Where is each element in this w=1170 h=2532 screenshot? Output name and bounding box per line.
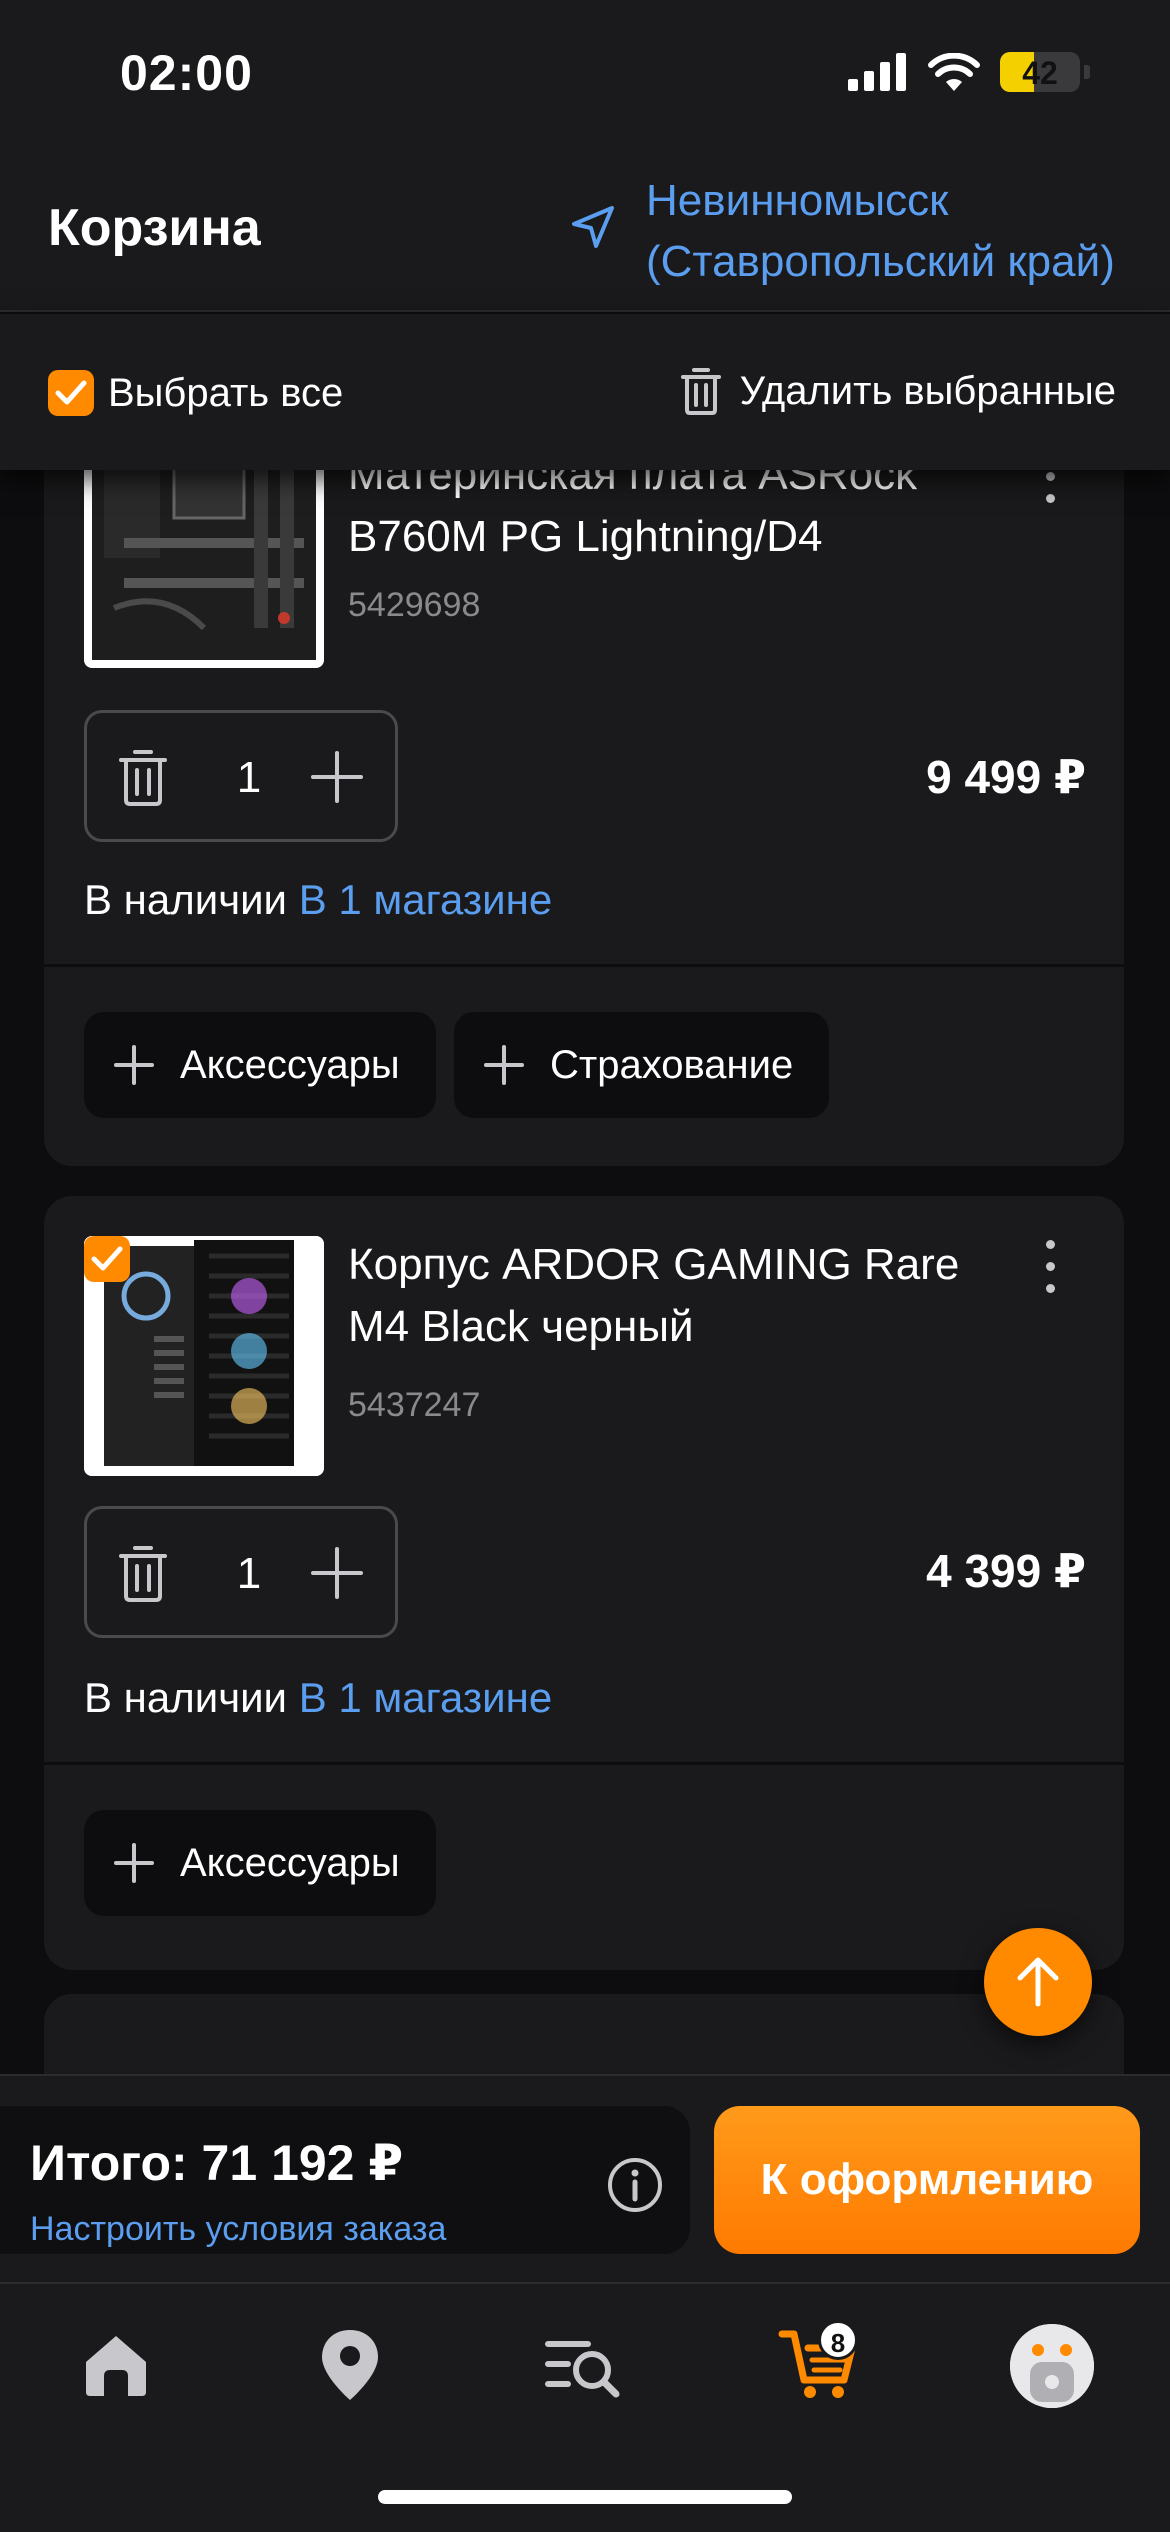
product-name[interactable]: Корпус ARDOR GAMING Rare M4 Black черный [348, 1234, 998, 1358]
plus-icon [484, 1045, 524, 1085]
quantity-stepper: 1 [84, 1506, 398, 1638]
status-icons: 42 [848, 52, 1090, 92]
stock-store-link[interactable]: В 1 магазине [299, 876, 553, 923]
quantity-value: 1 [236, 753, 262, 802]
select-bar: Выбрать все Удалить выбранные [0, 314, 1170, 470]
plus-icon [114, 1843, 154, 1883]
signal-icon [848, 53, 906, 91]
info-icon[interactable] [606, 2156, 664, 2214]
product-sku: 5437247 [348, 1386, 481, 1424]
cart-item [44, 1994, 1124, 2074]
quantity-stepper: 1 [84, 710, 398, 842]
catalog-search-icon[interactable] [544, 2324, 624, 2404]
stock-store-link[interactable]: В 1 магазине [299, 1674, 553, 1721]
item-menu-button[interactable] [1046, 1240, 1056, 1306]
add-accessories-chip[interactable]: Аксессуары [84, 1810, 436, 1916]
cart-count-badge: 8 [818, 2320, 858, 2360]
header: Корзина Невинномысск (Ставропольский кра… [0, 150, 1170, 312]
arrow-up-icon [1017, 1957, 1059, 2007]
navigation-arrow-icon[interactable] [568, 202, 618, 252]
select-all-checkbox[interactable] [48, 370, 94, 416]
status-bar: 02:00 42 [0, 0, 1170, 150]
order-total: Итого: 71 192 ₽ [30, 2135, 404, 2191]
stock-status: В наличии В 1 магазине [84, 1674, 553, 1721]
checkout-bar: Итого: 71 192 ₽ Настроить условия заказа… [0, 2074, 1170, 2282]
divider [44, 1762, 1124, 1765]
home-indicator [378, 2490, 792, 2504]
map-pin-icon[interactable] [310, 2324, 390, 2404]
home-icon[interactable] [76, 2324, 156, 2404]
cart-list: Материнская плата ASRock B760M PG Lightn… [0, 470, 1170, 2074]
order-terms-link[interactable]: Настроить условия заказа [30, 2210, 446, 2249]
product-name[interactable]: Материнская плата ASRock B760M PG Lightn… [348, 470, 998, 568]
battery-indicator: 42 [1000, 52, 1080, 92]
quantity-value: 1 [236, 1549, 262, 1598]
checkout-button[interactable]: К оформлению [714, 2106, 1140, 2254]
check-icon [55, 380, 87, 405]
cart-item: Материнская плата ASRock B760M PG Lightn… [44, 470, 1124, 1166]
cart-item: Корпус ARDOR GAMING Rare M4 Black черный… [44, 1196, 1124, 1970]
item-price: 4 399 ₽ [926, 1545, 1086, 1597]
trash-icon[interactable] [117, 1543, 169, 1603]
item-price: 9 499 ₽ [926, 751, 1086, 803]
trash-icon [680, 368, 721, 415]
delete-selected-button[interactable]: Удалить выбранные [680, 366, 1116, 416]
select-all-label[interactable]: Выбрать все [108, 371, 343, 416]
plus-icon[interactable] [309, 1545, 365, 1601]
wifi-icon [928, 53, 980, 91]
stock-status: В наличии В 1 магазине [84, 876, 553, 923]
order-summary[interactable]: Итого: 71 192 ₽ Настроить условия заказа [0, 2106, 690, 2254]
city-selector[interactable]: Невинномысск (Ставропольский край) [646, 170, 1115, 292]
item-menu-button[interactable] [1046, 470, 1056, 516]
divider [44, 964, 1124, 967]
trash-icon[interactable] [117, 747, 169, 807]
plus-icon [114, 1045, 154, 1085]
page-title: Корзина [48, 199, 261, 257]
product-image[interactable] [84, 470, 324, 668]
status-time: 02:00 [120, 45, 253, 101]
scroll-to-top-button[interactable] [984, 1928, 1092, 2036]
check-icon [91, 1246, 123, 1271]
product-sku: 5429698 [348, 586, 481, 624]
item-checkbox[interactable] [84, 1236, 130, 1282]
add-accessories-chip[interactable]: Аксессуары [84, 1012, 436, 1118]
plus-icon[interactable] [309, 749, 365, 805]
profile-avatar[interactable] [1010, 2324, 1094, 2408]
add-insurance-chip[interactable]: Страхование [454, 1012, 830, 1118]
